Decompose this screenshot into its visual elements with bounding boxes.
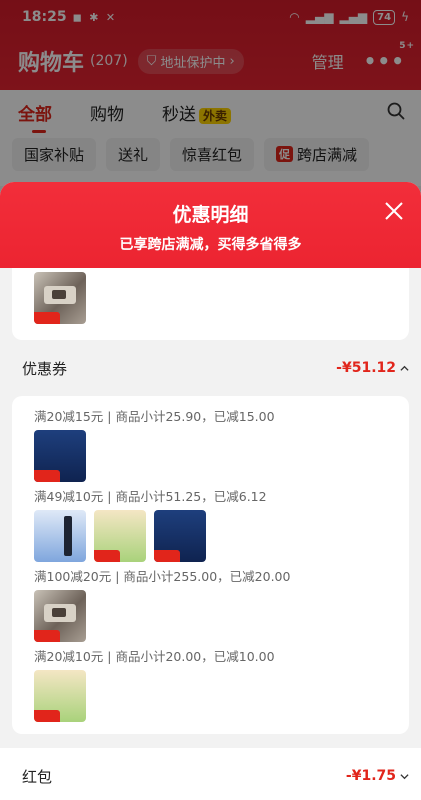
previous-group-card: [12, 268, 409, 340]
coupon-list: 满20减15元 | 商品小计25.90，已减15.00 满49减10元 | 商品…: [12, 396, 409, 734]
product-thumb-pen[interactable]: [34, 510, 86, 562]
product-thumb-device[interactable]: [34, 272, 86, 324]
coupon-products: [34, 670, 409, 724]
chevron-down-icon: [400, 773, 409, 779]
coupon-line: 满20减15元 | 商品小计25.90，已减15.00: [34, 409, 275, 424]
coupon-line: 满20减10元 | 商品小计20.00，已减10.00: [34, 649, 275, 664]
redpacket-label: 红包: [22, 767, 53, 786]
coupon-products: [34, 430, 409, 484]
sheet-header: 优惠明细 已享跨店满减，买得多省得多: [0, 182, 421, 268]
coupon-label: 优惠券: [22, 359, 68, 378]
product-thumb-snack[interactable]: [34, 670, 86, 722]
coupon-line: 满100减20元 | 商品小计255.00，已减20.00: [34, 569, 291, 584]
product-thumb-device[interactable]: [34, 590, 86, 642]
sheet-title: 优惠明细: [172, 204, 249, 226]
product-thumb-snack[interactable]: [94, 510, 146, 562]
redpacket-amount: -¥1.75: [345, 768, 396, 784]
coupon-section-header[interactable]: 优惠券 -¥51.12: [0, 340, 421, 396]
discount-detail-sheet: 优惠明细 已享跨店满减，买得多省得多 优惠券 -¥51.12 满20减15元 |…: [0, 182, 421, 800]
chevron-up-icon: [400, 365, 409, 371]
coupon-line: 满49减10元 | 商品小计51.25，已减6.12: [34, 489, 267, 504]
sheet-subtitle: 已享跨店满减，买得多省得多: [119, 237, 302, 253]
product-thumb-book[interactable]: [154, 510, 206, 562]
close-icon[interactable]: [383, 200, 405, 222]
coupon-amount: -¥51.12: [336, 360, 396, 376]
redpacket-section-header[interactable]: 红包 -¥1.75: [0, 748, 421, 800]
product-thumb-book[interactable]: [34, 430, 86, 482]
coupon-products: [34, 590, 409, 644]
coupon-products: [34, 510, 409, 564]
